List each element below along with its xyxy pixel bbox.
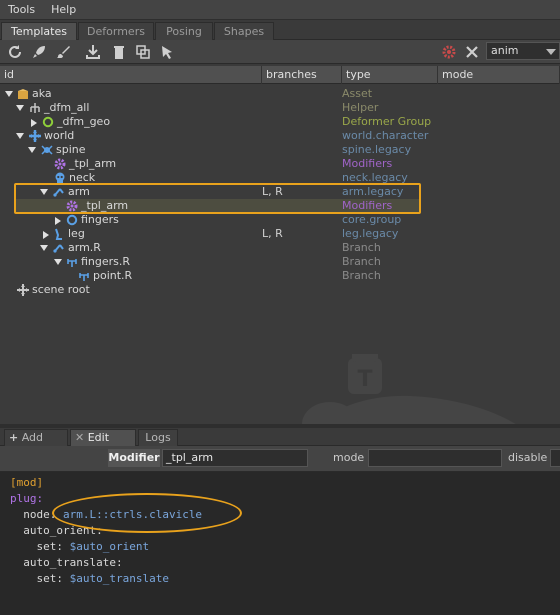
trash-icon[interactable] bbox=[110, 43, 128, 61]
column-id[interactable]: id bbox=[0, 66, 262, 84]
scene-root-icon bbox=[17, 284, 29, 296]
fingers-icon bbox=[67, 259, 77, 267]
menu-bar: Tools Help bbox=[0, 0, 560, 20]
modifier-name-field[interactable]: _tpl_arm bbox=[162, 449, 308, 467]
code-line: auto_translate: bbox=[10, 556, 123, 569]
modifier-gear-icon bbox=[54, 158, 66, 170]
tab-edit[interactable]: ✕ Edit bbox=[70, 429, 136, 446]
column-type[interactable]: type bbox=[342, 66, 438, 84]
column-mode[interactable]: mode bbox=[438, 66, 560, 84]
copy-icon[interactable] bbox=[134, 43, 152, 61]
brush-icon[interactable] bbox=[54, 43, 72, 61]
pointer-icon[interactable] bbox=[158, 43, 176, 61]
mode-combo-value: anim bbox=[491, 44, 519, 57]
spine-icon bbox=[41, 145, 53, 155]
tree-row[interactable]: _tpl_arm Modifiers bbox=[0, 157, 560, 171]
mascot-watermark-icon: T Y bbox=[302, 354, 516, 424]
leg-bone-icon bbox=[55, 228, 62, 240]
tab-deformers[interactable]: Deformers bbox=[78, 22, 154, 40]
tree-row[interactable]: _dfm_geo Deformer Group bbox=[0, 115, 560, 129]
tree-row[interactable]: point.R Branch bbox=[0, 269, 560, 283]
svg-text:T: T bbox=[357, 367, 372, 392]
code-line: [mod] bbox=[10, 476, 44, 489]
tab-add[interactable]: + Add bbox=[4, 429, 68, 446]
code-line: set: $auto_translate bbox=[10, 572, 169, 585]
asset-box-icon bbox=[18, 89, 28, 99]
code-line: plug: bbox=[10, 492, 44, 505]
bottom-tabs: + Add ✕ Edit Logs bbox=[0, 428, 560, 446]
plus-icon: + bbox=[9, 431, 19, 444]
tree-row[interactable]: world world.character bbox=[0, 129, 560, 143]
tree-header: id branches type mode bbox=[0, 66, 560, 84]
menu-help[interactable]: Help bbox=[43, 3, 84, 16]
expand-arrow-icon[interactable] bbox=[55, 217, 61, 225]
deformer-ring-icon bbox=[42, 116, 54, 128]
tree-row[interactable]: fingers.R Branch bbox=[0, 255, 560, 269]
tree-row[interactable]: spine spine.legacy bbox=[0, 143, 560, 157]
tools-icon: ✕ bbox=[75, 431, 85, 444]
tree-row[interactable]: arm.R Branch bbox=[0, 241, 560, 255]
tab-templates[interactable]: Templates bbox=[1, 22, 77, 40]
code-line: set: $auto_orient bbox=[10, 540, 150, 553]
chevron-down-icon bbox=[546, 49, 556, 55]
mode-combo[interactable]: anim bbox=[486, 42, 560, 60]
collapse-arrow-icon[interactable] bbox=[16, 105, 24, 111]
helper-icon bbox=[30, 103, 40, 113]
column-branches[interactable]: branches bbox=[262, 66, 342, 84]
collapse-arrow-icon[interactable] bbox=[40, 245, 48, 251]
disable-checkbox[interactable] bbox=[550, 449, 560, 467]
tab-shapes[interactable]: Shapes bbox=[214, 22, 274, 40]
expand-arrow-icon[interactable] bbox=[43, 231, 49, 239]
tree-row[interactable]: fingers core.group bbox=[0, 213, 560, 227]
main-tabs: Templates Deformers Posing Shapes bbox=[0, 21, 560, 40]
import-icon[interactable] bbox=[84, 43, 102, 61]
tree-row[interactable]: leg L, R leg.legacy bbox=[0, 227, 560, 241]
tree-row[interactable]: aka Asset bbox=[0, 87, 560, 101]
point-icon bbox=[79, 273, 89, 281]
highlight-box-annotation bbox=[14, 183, 421, 214]
world-cross-icon bbox=[29, 130, 41, 142]
gear-icon[interactable] bbox=[440, 43, 458, 61]
toolbar bbox=[0, 40, 560, 64]
tree-row[interactable]: scene root bbox=[0, 283, 560, 297]
menu-tools[interactable]: Tools bbox=[0, 3, 43, 16]
collapse-arrow-icon[interactable] bbox=[16, 133, 24, 139]
collapse-arrow-icon[interactable] bbox=[28, 147, 36, 153]
rocket-icon[interactable] bbox=[30, 43, 48, 61]
branch-icon bbox=[53, 244, 64, 253]
tab-posing[interactable]: Posing bbox=[155, 22, 213, 40]
highlight-ellipse-annotation bbox=[52, 493, 242, 533]
code-editor[interactable]: [mod] plug: node: arm.L::ctrls.clavicle … bbox=[0, 472, 560, 615]
disable-label: disable bbox=[508, 451, 548, 464]
mode-field[interactable] bbox=[368, 449, 502, 467]
group-ring-icon bbox=[66, 214, 78, 226]
tools-icon[interactable] bbox=[463, 43, 481, 61]
collapse-arrow-icon[interactable] bbox=[54, 259, 62, 265]
modifier-label: Modifier bbox=[108, 449, 160, 467]
refresh-icon[interactable] bbox=[6, 43, 24, 61]
mode-label: mode bbox=[333, 451, 365, 464]
tab-logs[interactable]: Logs bbox=[138, 429, 178, 446]
collapse-arrow-icon[interactable] bbox=[5, 91, 13, 97]
expand-arrow-icon[interactable] bbox=[31, 119, 37, 127]
tree-row[interactable]: _dfm_all Helper bbox=[0, 101, 560, 115]
